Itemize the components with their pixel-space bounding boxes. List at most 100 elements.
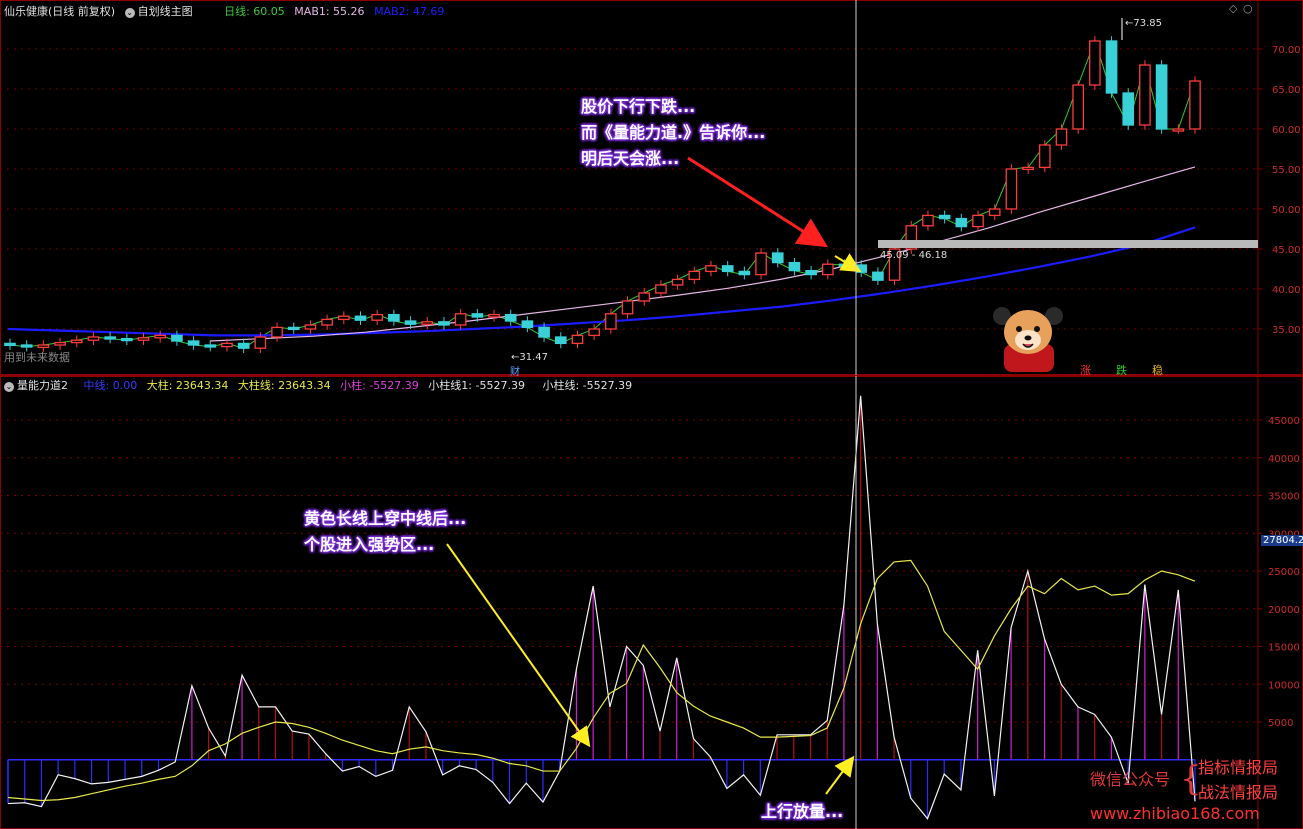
- candle-body[interactable]: [354, 315, 367, 321]
- candle-body[interactable]: [321, 318, 333, 326]
- candle-body[interactable]: [371, 313, 384, 321]
- price-axis-label: 35.00: [1272, 325, 1301, 336]
- candle-body[interactable]: [438, 321, 450, 326]
- candle-body[interactable]: [588, 328, 600, 337]
- stock-name: 仙乐健康(日线 前复权): [4, 5, 116, 18]
- candle-body[interactable]: [705, 265, 717, 273]
- smallbar-value: 小柱: -5527.39: [340, 379, 419, 392]
- candle-body[interactable]: [1105, 40, 1118, 94]
- candle-body[interactable]: [4, 342, 16, 347]
- indicator-name: 量能力道2: [17, 379, 68, 392]
- candle-body[interactable]: [254, 336, 267, 349]
- candle-body[interactable]: [421, 321, 434, 325]
- candle-body[interactable]: [621, 300, 634, 315]
- candle-body[interactable]: [554, 336, 567, 345]
- candle-body[interactable]: [304, 324, 317, 330]
- bigline-value: 大柱线: 23643.34: [237, 379, 331, 392]
- indicator-pane[interactable]: 4500040000350003000025000200001500010000…: [0, 376, 1303, 829]
- candle-body[interactable]: [1122, 92, 1135, 126]
- candle-body[interactable]: [37, 344, 50, 349]
- candle-body[interactable]: [872, 271, 884, 281]
- candle-body[interactable]: [538, 326, 550, 338]
- callout-price-line3: 明后天会涨...: [581, 149, 680, 168]
- candle-body[interactable]: [454, 313, 467, 326]
- candle-body[interactable]: [1089, 40, 1101, 86]
- candle-body[interactable]: [121, 337, 133, 342]
- candle-body[interactable]: [1072, 84, 1084, 130]
- indicator-chart[interactable]: 4500040000350003000025000200001500010000…: [0, 376, 1303, 829]
- candle-body[interactable]: [521, 320, 534, 329]
- candle-body[interactable]: [571, 334, 584, 345]
- candle-body[interactable]: [337, 315, 350, 321]
- callout-arrow-volume: [825, 755, 855, 795]
- price-axis-label: 55.00: [1272, 165, 1301, 176]
- price-axis-label: 70.00: [1272, 45, 1301, 56]
- indicator-axis-label: 5000: [1268, 718, 1293, 729]
- candle-body[interactable]: [471, 313, 484, 318]
- candle-body[interactable]: [404, 320, 417, 325]
- candle-body[interactable]: [1139, 64, 1151, 126]
- candle-body[interactable]: [388, 313, 400, 322]
- candle-body[interactable]: [671, 278, 684, 286]
- formula-selector[interactable]: ⌄ 自划线主图: [124, 5, 199, 18]
- candle-body[interactable]: [104, 336, 116, 340]
- candle-body[interactable]: [771, 252, 784, 264]
- candle-body[interactable]: [805, 269, 817, 276]
- candle-body[interactable]: [655, 284, 667, 294]
- candle-body[interactable]: [271, 326, 283, 338]
- chevron-down-icon: ⌄: [124, 8, 135, 18]
- cursor-value-label: 27804.24: [1261, 535, 1303, 546]
- smallline-value: 小柱线: -5527.39: [542, 379, 633, 392]
- candle-body[interactable]: [171, 334, 183, 342]
- watermark-name2: 战法情报局: [1198, 783, 1279, 802]
- candle-body[interactable]: [504, 313, 517, 322]
- candle-body[interactable]: [137, 337, 150, 341]
- candle-body[interactable]: [1172, 128, 1185, 132]
- candle-body[interactable]: [972, 214, 984, 228]
- price-chart[interactable]: 70.00 65.00 60.00 55.00 50.00 45.00 40.00 35.00: [0, 0, 1303, 375]
- candle-body[interactable]: [87, 336, 100, 341]
- candle-body[interactable]: [287, 326, 300, 331]
- price-axis-label: 65.00: [1272, 85, 1301, 96]
- candle-body[interactable]: [488, 313, 500, 318]
- candle-body[interactable]: [922, 214, 934, 227]
- candle-body[interactable]: [688, 270, 701, 281]
- indicator-axis-label: 35000: [1268, 492, 1300, 503]
- candle-body[interactable]: [738, 270, 751, 276]
- mab2-value: MAB2: 47.69: [374, 5, 445, 18]
- candle-body[interactable]: [70, 339, 83, 344]
- indicator-axis-label: 25000: [1268, 567, 1300, 578]
- candle-body[interactable]: [237, 342, 250, 349]
- candle-body[interactable]: [54, 341, 66, 346]
- candle-body[interactable]: [1189, 80, 1201, 130]
- mascot-dog-image: [993, 307, 1063, 372]
- price-low-value: 31.47: [519, 352, 549, 363]
- candle-body[interactable]: [20, 344, 33, 348]
- candle-body[interactable]: [221, 342, 233, 348]
- candle-body[interactable]: [1038, 144, 1051, 169]
- price-pane[interactable]: 70.00 65.00 60.00 55.00 50.00 45.00 40.00 35.00…: [0, 0, 1303, 378]
- candle-body[interactable]: [187, 340, 200, 346]
- candle-body[interactable]: [821, 263, 834, 276]
- candle-body[interactable]: [988, 208, 1001, 217]
- indicator-selector[interactable]: ⌄ 量能力道2: [4, 379, 74, 392]
- close-icon[interactable]: ○: [1243, 2, 1253, 15]
- candle-body[interactable]: [1155, 64, 1168, 130]
- price-high-value: 73.85: [1133, 18, 1163, 29]
- candle-body[interactable]: [204, 344, 217, 348]
- candle-body[interactable]: [955, 217, 968, 228]
- candle-body[interactable]: [788, 261, 801, 272]
- candle-body[interactable]: [1022, 166, 1034, 171]
- candle-body[interactable]: [938, 214, 951, 220]
- candle-body[interactable]: [721, 265, 734, 273]
- candle-body[interactable]: [1055, 128, 1068, 146]
- settings-diamond-icon[interactable]: ◇: [1229, 2, 1237, 15]
- support-zone-band: [878, 240, 1258, 248]
- indicator-axis-label: 10000: [1268, 680, 1300, 691]
- candle-body[interactable]: [638, 292, 651, 302]
- watermark-url: www.zhibiao168.com: [1090, 804, 1260, 823]
- candle-body[interactable]: [154, 334, 167, 339]
- candle-body[interactable]: [1005, 168, 1018, 210]
- candle-body[interactable]: [605, 313, 617, 330]
- candle-body[interactable]: [755, 252, 767, 276]
